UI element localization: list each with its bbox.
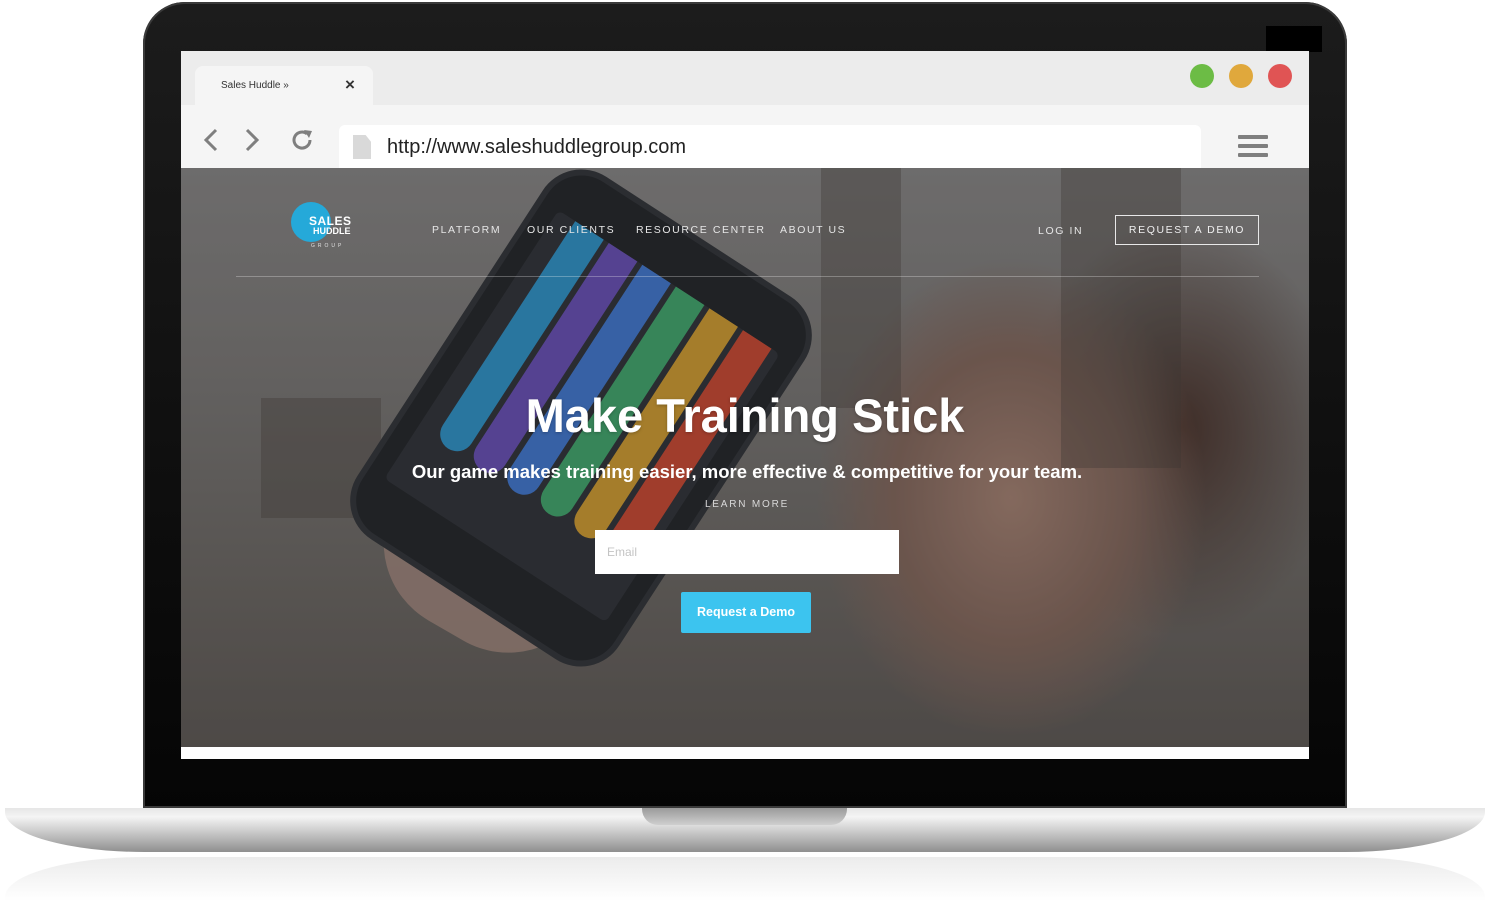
- window-minimize-button[interactable]: [1229, 64, 1253, 88]
- window-maximize-button[interactable]: [1190, 64, 1214, 88]
- nav-platform[interactable]: PLATFORM: [432, 224, 501, 236]
- hero-section: SALES HUDDLE GROUP PLATFORM OUR CLIENTS …: [181, 168, 1309, 747]
- request-demo-nav-button[interactable]: REQUEST A DEMO: [1115, 215, 1259, 245]
- tab-close-icon[interactable]: ×: [345, 75, 355, 95]
- email-field[interactable]: [595, 530, 899, 574]
- request-demo-button[interactable]: Request a Demo: [681, 592, 811, 633]
- laptop-notch: [642, 808, 847, 825]
- nav-about-us[interactable]: ABOUT US: [780, 224, 846, 236]
- page-icon: [353, 135, 371, 159]
- logo-text-huddle: HUDDLE: [313, 226, 351, 236]
- hero-dark-overlay: [181, 168, 1309, 747]
- browser-chrome: Sales Huddle » × http://www.saleshuddleg…: [181, 51, 1309, 169]
- forward-icon[interactable]: [244, 127, 260, 157]
- back-icon[interactable]: [203, 127, 219, 157]
- page-below-hero: [181, 747, 1309, 759]
- hero-headline: Make Training Stick: [525, 389, 965, 442]
- learn-more-link[interactable]: LEARN MORE: [181, 499, 1309, 510]
- window-close-button[interactable]: [1268, 64, 1292, 88]
- browser-toolbar: http://www.saleshuddlegroup.com: [181, 105, 1309, 169]
- logo-text-group: GROUP: [311, 243, 345, 249]
- url-text[interactable]: http://www.saleshuddlegroup.com: [387, 136, 686, 159]
- laptop-reflection: [5, 857, 1485, 901]
- tab-bar: Sales Huddle » ×: [181, 51, 1309, 106]
- sales-huddle-logo[interactable]: SALES HUDDLE GROUP: [291, 202, 355, 252]
- laptop-screen: Sales Huddle » × http://www.saleshuddleg…: [181, 51, 1309, 759]
- laptop-camera-area: [1266, 26, 1322, 52]
- hero-subheadline: Our game makes training easier, more eff…: [411, 461, 1083, 482]
- nav-our-clients[interactable]: OUR CLIENTS: [527, 224, 615, 236]
- header-divider: [236, 276, 1259, 277]
- nav-resource-center[interactable]: RESOURCE CENTER: [636, 224, 766, 236]
- browser-tab[interactable]: Sales Huddle » ×: [195, 66, 373, 106]
- hamburger-menu-icon[interactable]: [1238, 135, 1268, 162]
- nav-log-in[interactable]: LOG IN: [1038, 225, 1083, 237]
- address-bar[interactable]: http://www.saleshuddlegroup.com: [339, 125, 1201, 169]
- reload-icon[interactable]: [289, 127, 315, 159]
- tab-title: Sales Huddle »: [221, 80, 289, 91]
